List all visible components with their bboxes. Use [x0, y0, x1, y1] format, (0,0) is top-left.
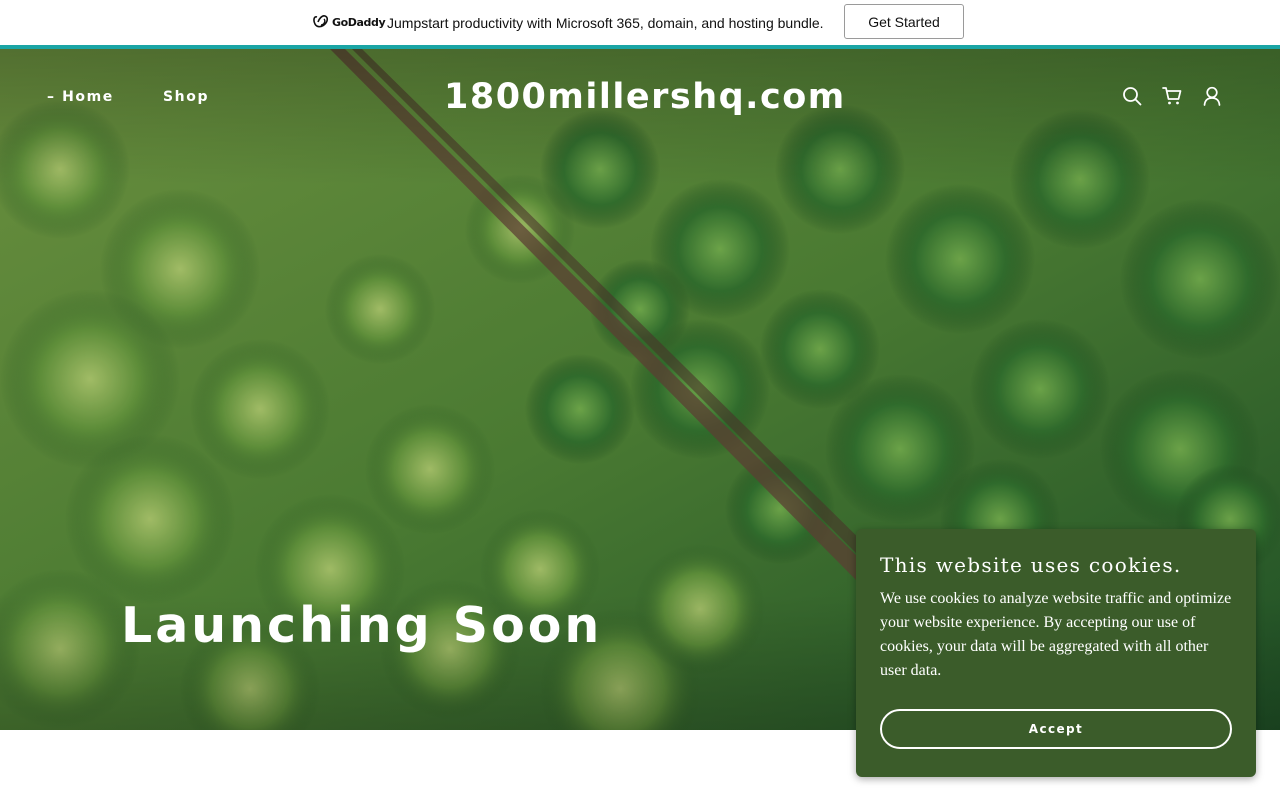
- user-icon[interactable]: [1202, 86, 1222, 106]
- godaddy-logo-text: GoDaddy: [332, 15, 386, 29]
- godaddy-logo[interactable]: GoDaddy: [313, 14, 386, 30]
- site-title[interactable]: 1800millershq.com: [444, 74, 844, 120]
- nav-shop-link[interactable]: Shop: [163, 89, 209, 105]
- cookie-banner-body: We use cookies to analyze website traffi…: [880, 590, 1232, 679]
- get-started-button[interactable]: Get Started: [844, 4, 964, 39]
- nav-home-link[interactable]: – Home: [47, 89, 114, 105]
- cookie-banner-title: This website uses cookies.: [880, 553, 1182, 577]
- hero-heading: Launching Soon: [121, 597, 603, 654]
- cart-icon[interactable]: [1162, 86, 1182, 106]
- godaddy-logo-icon: [313, 15, 329, 28]
- promo-bar: GoDaddy Jumpstart productivity with Micr…: [0, 0, 1280, 45]
- accept-cookies-button[interactable]: Accept: [880, 709, 1232, 749]
- promo-message: Jumpstart productivity with Microsoft 36…: [387, 15, 824, 31]
- search-icon[interactable]: [1122, 86, 1142, 106]
- cookie-banner: This website uses cookies. We use cookie…: [856, 529, 1256, 777]
